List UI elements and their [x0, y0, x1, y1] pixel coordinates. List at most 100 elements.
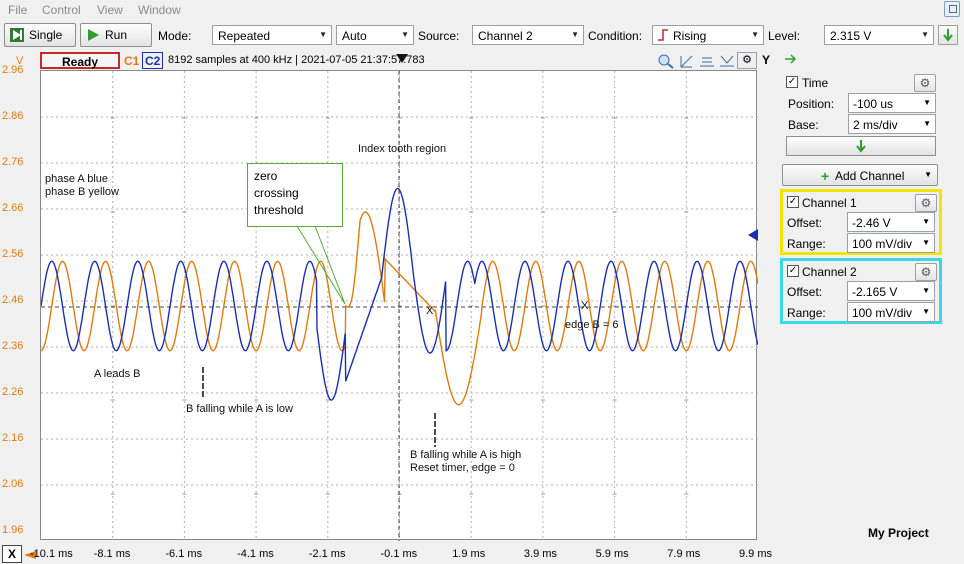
apply-level-button[interactable] — [938, 25, 958, 45]
y-tick-label: 2.26 — [2, 386, 24, 398]
condition-value: Rising — [673, 29, 707, 43]
auto-select[interactable]: Auto — [336, 25, 414, 45]
y-tick-label: 2.96 — [2, 64, 24, 76]
zoom-x-icon[interactable] — [698, 53, 716, 69]
menu-control[interactable]: Control — [42, 3, 81, 17]
apply-time-button[interactable] — [786, 136, 936, 156]
annotation-index: Index tooth region — [358, 143, 447, 155]
menu-view[interactable]: View — [97, 3, 123, 17]
trigger-level-marker[interactable] — [748, 229, 758, 241]
annotation-reset: Reset timer, edge = 0 — [410, 462, 515, 474]
x-tick-label: -6.1 ms — [165, 548, 203, 560]
source-select[interactable]: Channel 2 — [472, 25, 584, 45]
scope-plot[interactable] — [40, 70, 759, 541]
menu-file[interactable]: File — [8, 3, 27, 17]
scope-settings-icon[interactable]: ⚙ — [737, 52, 757, 69]
time-title: Time — [802, 76, 829, 90]
zoom-y-icon[interactable] — [718, 53, 736, 69]
channel1-section: ✓ Channel 1 ⚙ Offset: -2.46 V Range: 100… — [780, 189, 942, 255]
single-label: Single — [29, 28, 63, 42]
x-tick-label: -2.1 ms — [308, 548, 346, 560]
time-settings-icon[interactable]: ⚙ — [914, 74, 936, 92]
y-tick-label: 2.36 — [2, 340, 24, 352]
waveform-svg[interactable] — [40, 71, 759, 541]
ch1-range-label: Range: — [787, 237, 826, 251]
ch1-range-select[interactable]: 100 mV/div — [847, 233, 935, 253]
channel1-checkbox[interactable]: ✓ — [787, 196, 799, 208]
ready-status: Ready — [40, 52, 120, 69]
base-label: Base: — [788, 118, 819, 132]
position-label: Position: — [788, 97, 835, 111]
sample-info: 8192 samples at 400 kHz | 2021-07-05 21:… — [168, 54, 425, 66]
mode-label: Mode: — [158, 29, 192, 43]
y-tick-label: 2.06 — [2, 478, 24, 490]
apply-down-arrow-icon — [856, 140, 866, 153]
run-icon — [88, 29, 99, 41]
y-tick-label: 2.16 — [2, 432, 24, 444]
condition-label: Condition: — [588, 29, 643, 43]
menu-bar: File Control View Window — [0, 0, 964, 20]
zoom-icon[interactable] — [657, 53, 675, 69]
rising-edge-icon — [658, 29, 668, 41]
y-tick-label: 1.96 — [2, 524, 24, 536]
down-arrow-icon — [943, 29, 953, 42]
plus-icon: + — [821, 168, 830, 184]
base-select[interactable]: 2 ms/div — [848, 114, 936, 134]
source-label: Source: — [418, 29, 460, 43]
channel1-settings-icon[interactable]: ⚙ — [915, 194, 937, 212]
panel-arrow-icon[interactable] — [784, 54, 798, 64]
marker-x-2: X — [581, 300, 589, 312]
channel2-checkbox[interactable]: ✓ — [787, 265, 799, 277]
x-tick-label: 1.9 ms — [452, 548, 486, 560]
zoom-fit-icon[interactable] — [678, 53, 696, 69]
mode-select[interactable]: Repeated — [212, 25, 332, 45]
trigger-position-marker[interactable] — [396, 54, 408, 64]
x-tick-label: -8.1 ms — [93, 548, 131, 560]
x-tick-label: 5.9 ms — [595, 548, 629, 560]
x-tick-label: 3.9 ms — [523, 548, 557, 560]
ch2-range-label: Range: — [787, 306, 826, 320]
scope-header: V Ready C1 C2 8192 samples at 400 kHz | … — [0, 52, 780, 70]
marker-x-1: X — [426, 305, 434, 317]
callout-line-2: crossing — [254, 186, 299, 200]
y-axis-button[interactable]: Y — [762, 53, 770, 67]
condition-select[interactable]: Rising — [652, 25, 764, 45]
annotation-b-falling-low: B falling while A is low — [186, 403, 293, 415]
channel2-settings-icon[interactable]: ⚙ — [915, 263, 937, 281]
time-checkbox[interactable]: ✓ — [786, 76, 798, 88]
callout-line-1: zero — [254, 169, 278, 183]
add-channel-dropdown-icon: ▼ — [924, 170, 932, 179]
restore-window-icon[interactable] — [944, 1, 960, 17]
ch1-offset-label: Offset: — [787, 216, 823, 230]
position-select[interactable]: -100 us — [848, 93, 936, 113]
single-button[interactable]: Single — [4, 23, 76, 47]
channel2-toggle[interactable]: C2 — [142, 52, 164, 69]
channel1-title: Channel 1 — [802, 196, 857, 210]
channel2-title: Channel 2 — [802, 265, 857, 279]
callout-line-3: threshold — [254, 203, 304, 217]
y-tick-label: 2.66 — [2, 202, 24, 214]
menu-window[interactable]: Window — [138, 3, 181, 17]
run-label: Run — [105, 28, 128, 42]
time-section: ✓ Time ⚙ Position: -100 us Base: 2 ms/di… — [780, 72, 940, 162]
add-channel-button[interactable]: + Add Channel ▼ — [782, 164, 938, 186]
run-button[interactable]: Run — [80, 23, 152, 47]
y-tick-label: 2.86 — [2, 110, 24, 122]
project-name: My Project — [868, 526, 929, 540]
annotation-a-leads: A leads B — [94, 368, 141, 380]
level-select[interactable]: 2.315 V — [824, 25, 934, 45]
x-tick-label: 9.9 ms — [739, 548, 773, 560]
x-tick-label: 7.9 ms — [667, 548, 701, 560]
ch1-offset-select[interactable]: -2.46 V — [847, 212, 935, 232]
zero-crossing-callout: zero crossing threshold — [247, 163, 343, 227]
annotation-phase-b: phase B yellow — [45, 186, 119, 198]
x-tick-label: -10.1 ms — [30, 548, 73, 560]
channel2-section: ✓ Channel 2 ⚙ Offset: -2.165 V Range: 10… — [780, 258, 942, 324]
ch2-range-select[interactable]: 100 mV/div — [847, 302, 935, 322]
side-panel: ✓ Time ⚙ Position: -100 us Base: 2 ms/di… — [780, 52, 964, 564]
channel1-toggle[interactable]: C1 — [124, 54, 139, 68]
ch2-offset-select[interactable]: -2.165 V — [847, 281, 935, 301]
x-axis-button[interactable]: X — [2, 545, 22, 563]
x-axis: X -10.1 ms -8.1 ms -6.1 ms -4.1 ms -2.1 ms -0… — [0, 545, 780, 564]
x-tick-label: -4.1 ms — [237, 548, 274, 560]
